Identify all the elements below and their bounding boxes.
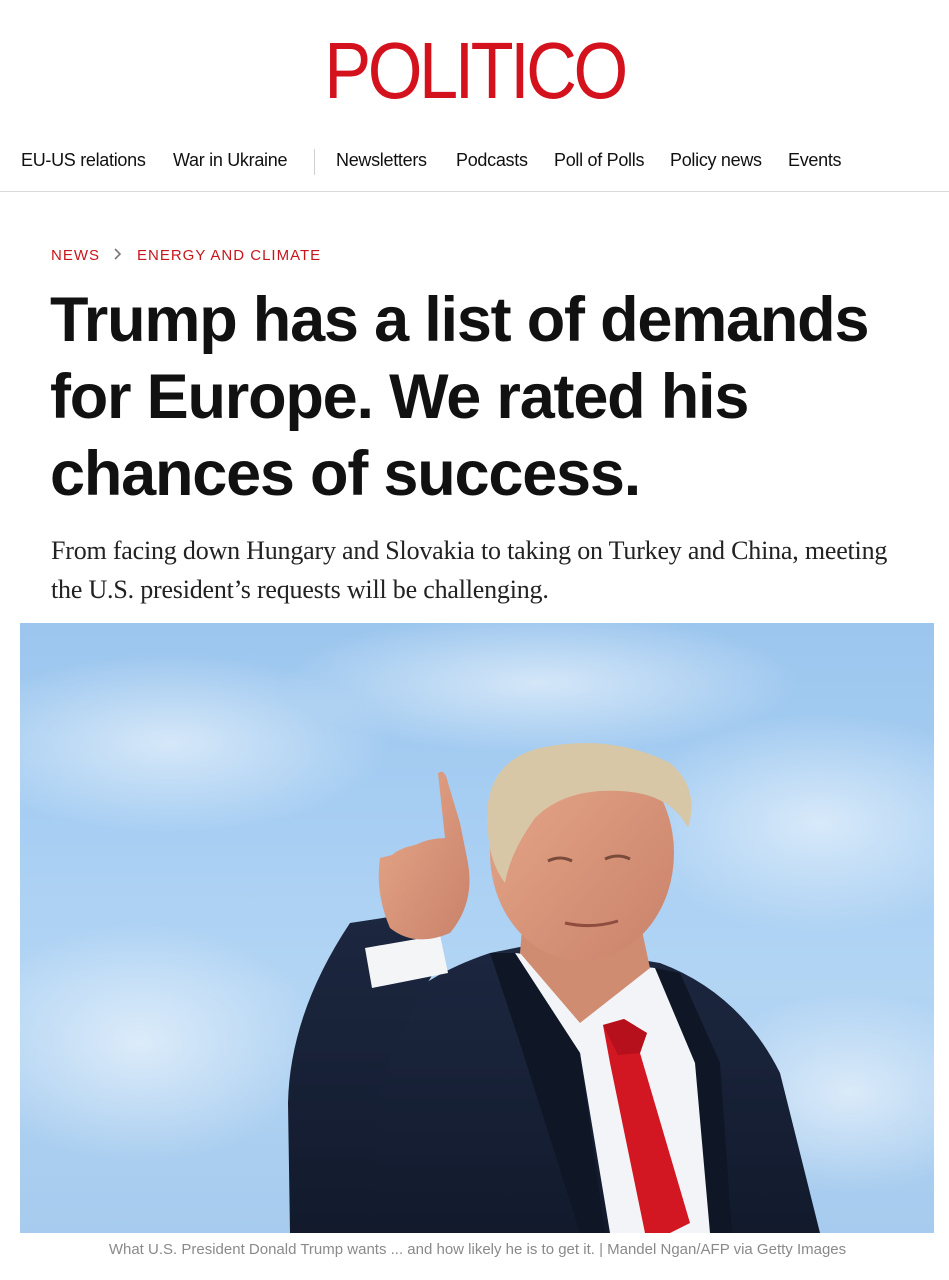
nav-item-poll-of-polls[interactable]: Poll of Polls	[554, 150, 644, 171]
image-caption: What U.S. President Donald Trump wants .…	[108, 1241, 847, 1258]
politico-logo[interactable]: POLITICO	[57, 26, 892, 116]
hero-photo-illustration	[20, 623, 934, 1233]
masthead: POLITICO	[0, 0, 949, 130]
hero-image	[20, 623, 934, 1233]
article-dek: From facing down Hungary and Slovakia to…	[51, 536, 888, 604]
nav-item-eu-us-relations[interactable]: EU-US relations	[21, 150, 146, 171]
nav-item-newsletters[interactable]: Newsletters	[336, 150, 427, 171]
nav-item-podcasts[interactable]: Podcasts	[456, 150, 528, 171]
nav-item-events[interactable]: Events	[788, 150, 842, 171]
nav-divider	[314, 149, 315, 175]
article-headline: Trump has a list of demands for Europe. …	[50, 285, 869, 509]
nav-item-war-in-ukraine[interactable]: War in Ukraine	[173, 150, 287, 171]
section-nav: EU-US relations War in Ukraine Newslette…	[0, 132, 949, 192]
chevron-right-icon	[113, 247, 123, 265]
breadcrumb-energy-and-climate[interactable]: ENERGY AND CLIMATE	[137, 247, 321, 264]
nav-item-policy-news[interactable]: Policy news	[670, 150, 762, 171]
breadcrumb-news[interactable]: NEWS	[51, 247, 100, 264]
